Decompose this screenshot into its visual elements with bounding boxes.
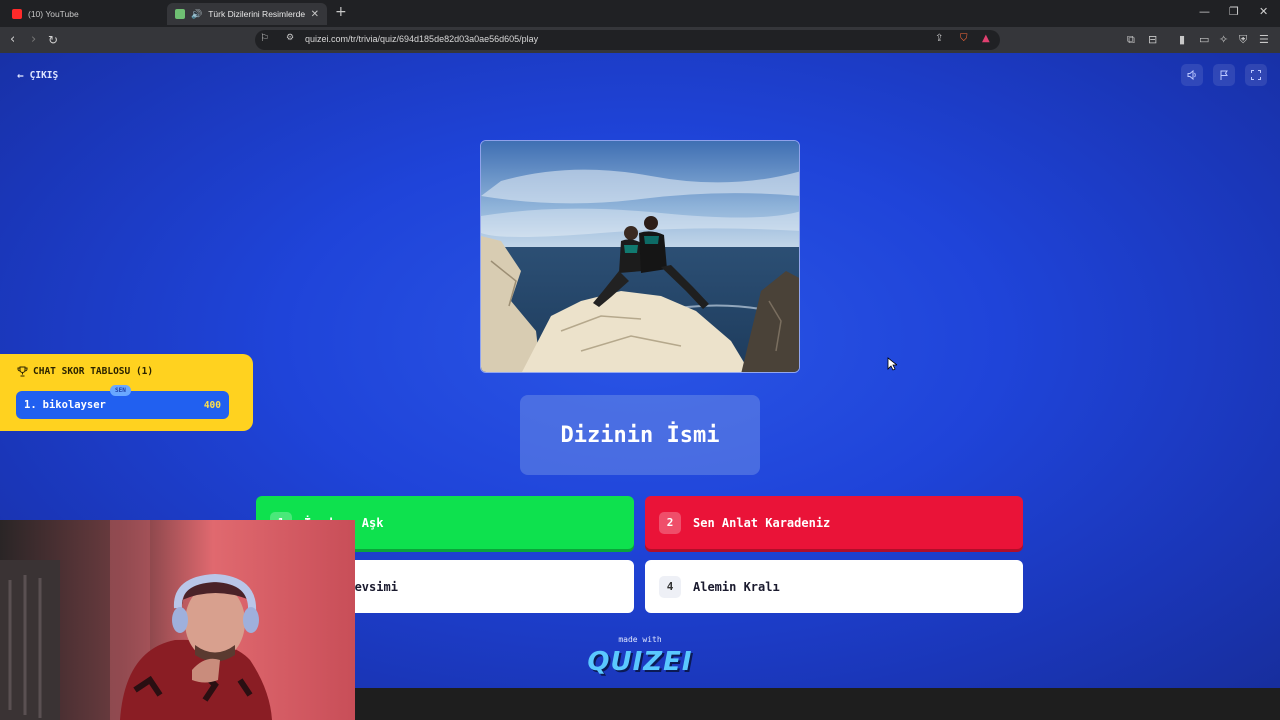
address-bar[interactable]: ⚐ ⚙ quizei.com/tr/trivia/quiz/694d185de8… <box>255 30 1000 50</box>
answer-option-4[interactable]: 4 Alemin Kralı <box>645 560 1023 613</box>
sidebar-icon[interactable]: ▮ <box>1179 33 1185 46</box>
brave-shield-icon[interactable]: ⛉ <box>960 33 968 44</box>
scoreboard-title: CHAT SKOR TABLOSU (1) <box>17 366 153 377</box>
answer-label: Sen Anlat Karadeniz <box>693 515 831 530</box>
mouse-cursor-icon <box>887 357 897 371</box>
chat-scoreboard: CHAT SKOR TABLOSU (1) 1. bikolayser 400 … <box>0 354 253 431</box>
close-tab-icon[interactable]: ✕ <box>311 9 319 20</box>
tab-quiz[interactable]: 🔊 Türk Dizilerini Resimlerden Ta ✕ <box>167 3 327 25</box>
reload-icon[interactable]: ↻ <box>48 32 58 48</box>
answer-option-2[interactable]: 2 Sen Anlat Karadeniz <box>645 496 1023 549</box>
sound-icon <box>1187 69 1196 81</box>
answer-label: Alemin Kralı <box>693 579 780 594</box>
youtube-favicon-icon <box>12 9 22 19</box>
forward-icon[interactable]: › <box>31 32 36 48</box>
vpn-icon[interactable]: ⛨ <box>1239 33 1247 47</box>
bookmark-icon[interactable]: ⚐ <box>260 33 269 44</box>
tab-bar: (10) YouTube 🔊 Türk Dizilerini Resimlerd… <box>0 0 1280 27</box>
webcam-overlay <box>0 520 355 720</box>
fullscreen-button[interactable] <box>1245 64 1267 86</box>
exit-label: ÇIKIŞ <box>29 70 59 81</box>
scoreboard-title-text: CHAT SKOR TABLOSU (1) <box>33 366 154 377</box>
sound-button[interactable] <box>1181 64 1203 86</box>
minimize-icon[interactable]: — <box>1199 5 1210 18</box>
site-info-icon[interactable]: ⚙ <box>286 33 294 43</box>
brave-rewards-icon[interactable]: ▲ <box>982 33 990 44</box>
close-window-icon[interactable]: ✕ <box>1259 5 1268 18</box>
speaker-icon[interactable]: 🔊 <box>191 9 202 20</box>
answer-number: 2 <box>659 511 681 534</box>
arrow-left-icon: ← <box>17 69 24 82</box>
menu-icon[interactable]: ☰ <box>1259 33 1269 46</box>
entry-points: 400 <box>203 399 221 411</box>
tab-search-icon[interactable]: ⊟ <box>1148 33 1157 46</box>
quiz-favicon-icon <box>175 9 185 19</box>
trophy-icon <box>17 366 28 377</box>
question-text: Dizinin İsmi <box>560 422 720 448</box>
tab-title: (10) YouTube <box>28 9 79 19</box>
question-box: Dizinin İsmi <box>520 395 760 475</box>
wallet-icon[interactable]: ▭ <box>1199 33 1209 46</box>
restore-icon[interactable]: ❐ <box>1229 5 1239 18</box>
new-tab-icon[interactable]: + <box>335 4 347 20</box>
you-badge: SEN <box>110 385 131 396</box>
exit-button[interactable]: ← ÇIKIŞ <box>17 69 58 82</box>
share-icon[interactable]: ⇪ <box>935 33 943 44</box>
fullscreen-icon <box>1251 70 1261 80</box>
bottom-bar <box>355 688 1280 720</box>
back-icon[interactable]: ‹ <box>10 32 15 48</box>
question-image <box>480 140 800 373</box>
report-button[interactable] <box>1213 64 1235 86</box>
tab-title: Türk Dizilerini Resimlerden Ta <box>208 9 305 19</box>
answer-number: 4 <box>659 575 681 598</box>
url-text[interactable]: quizei.com/tr/trivia/quiz/694d185de82d03… <box>305 34 538 44</box>
leo-icon[interactable]: ✧ <box>1219 33 1228 46</box>
entry-name: bikolayser <box>42 399 106 411</box>
flag-icon <box>1220 70 1228 80</box>
browser-toolbar: ‹ › ↻ ⚐ ⚙ quizei.com/tr/trivia/quiz/694d… <box>0 27 1280 53</box>
extensions-icon[interactable]: ⧉ <box>1127 33 1135 47</box>
entry-rank: 1. <box>24 399 37 411</box>
tab-youtube[interactable]: (10) YouTube <box>4 3 164 25</box>
